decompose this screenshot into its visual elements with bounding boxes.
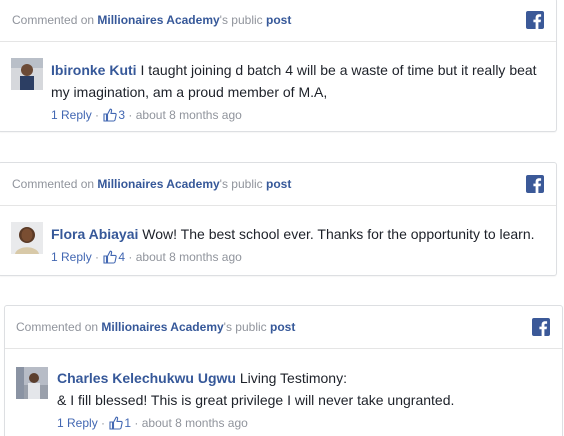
- avatar[interactable]: [16, 367, 48, 399]
- header-prefix: Commented on: [12, 13, 98, 27]
- comment-card-3: Commented on Millionaires Academy's publ…: [4, 305, 563, 436]
- comment-text: Ibironke Kuti I taught joining d batch 4…: [51, 59, 546, 103]
- header-suffix: 's public: [219, 177, 266, 191]
- comment-line-2: & I fill blessed! This is great privileg…: [57, 392, 455, 408]
- post-link[interactable]: post: [270, 320, 295, 334]
- comment-text: Flora Abiayai Wow! The best school ever.…: [51, 223, 551, 245]
- facebook-icon[interactable]: [526, 175, 544, 193]
- separator: ·: [101, 416, 106, 430]
- separator: ·: [95, 108, 100, 122]
- comment-time: about 8 months ago: [141, 416, 248, 430]
- page-name-link[interactable]: Millionaires Academy: [101, 320, 223, 334]
- separator: ·: [128, 108, 133, 122]
- reply-link[interactable]: 1 Reply: [51, 250, 92, 264]
- separator: ·: [95, 250, 100, 264]
- page-name-link[interactable]: Millionaires Academy: [97, 177, 219, 191]
- like-icon[interactable]: [103, 108, 118, 126]
- separator: ·: [128, 250, 133, 264]
- comment-author[interactable]: Charles Kelechukwu Ugwu: [57, 370, 236, 386]
- reply-link[interactable]: 1 Reply: [57, 416, 98, 430]
- like-count: 4: [118, 250, 126, 264]
- comment-author[interactable]: Flora Abiayai: [51, 226, 138, 242]
- comment-meta: 1 Reply · 1 · about 8 months ago: [57, 415, 248, 434]
- header-suffix: 's public: [219, 13, 266, 27]
- like-count: 3: [118, 108, 126, 122]
- separator: ·: [134, 416, 139, 430]
- post-link[interactable]: post: [266, 13, 291, 27]
- comment-body: Living Testimony:: [235, 370, 347, 386]
- page-name-link[interactable]: Millionaires Academy: [97, 13, 219, 27]
- comment-line-1: Charles Kelechukwu Ugwu Living Testimony…: [57, 367, 552, 389]
- like-count: 1: [124, 416, 132, 430]
- like-icon[interactable]: [103, 250, 118, 268]
- card-header: Commented on Millionaires Academy's publ…: [0, 0, 556, 42]
- facebook-icon[interactable]: [532, 318, 550, 336]
- comment-meta: 1 Reply · 3 · about 8 months ago: [51, 107, 242, 126]
- like-icon[interactable]: [109, 416, 124, 434]
- comment-card-1: Commented on Millionaires Academy's publ…: [0, 0, 557, 132]
- facebook-icon[interactable]: [526, 11, 544, 29]
- avatar[interactable]: [11, 222, 43, 254]
- header-prefix: Commented on: [12, 177, 98, 191]
- post-link[interactable]: post: [266, 177, 291, 191]
- comment-meta: 1 Reply · 4 · about 8 months ago: [51, 249, 242, 268]
- comment-time: about 8 months ago: [135, 250, 242, 264]
- comment-body: Wow! The best school ever. Thanks for th…: [138, 226, 535, 242]
- comment-time: about 8 months ago: [135, 108, 242, 122]
- avatar[interactable]: [11, 58, 43, 90]
- comment-author[interactable]: Ibironke Kuti: [51, 62, 137, 78]
- comment-card-2: Commented on Millionaires Academy's publ…: [0, 162, 557, 276]
- comment-text: Charles Kelechukwu Ugwu Living Testimony…: [57, 367, 552, 411]
- card-header: Commented on Millionaires Academy's publ…: [5, 306, 562, 349]
- header-suffix: 's public: [223, 320, 270, 334]
- reply-link[interactable]: 1 Reply: [51, 108, 92, 122]
- card-header: Commented on Millionaires Academy's publ…: [0, 163, 556, 206]
- header-prefix: Commented on: [16, 320, 102, 334]
